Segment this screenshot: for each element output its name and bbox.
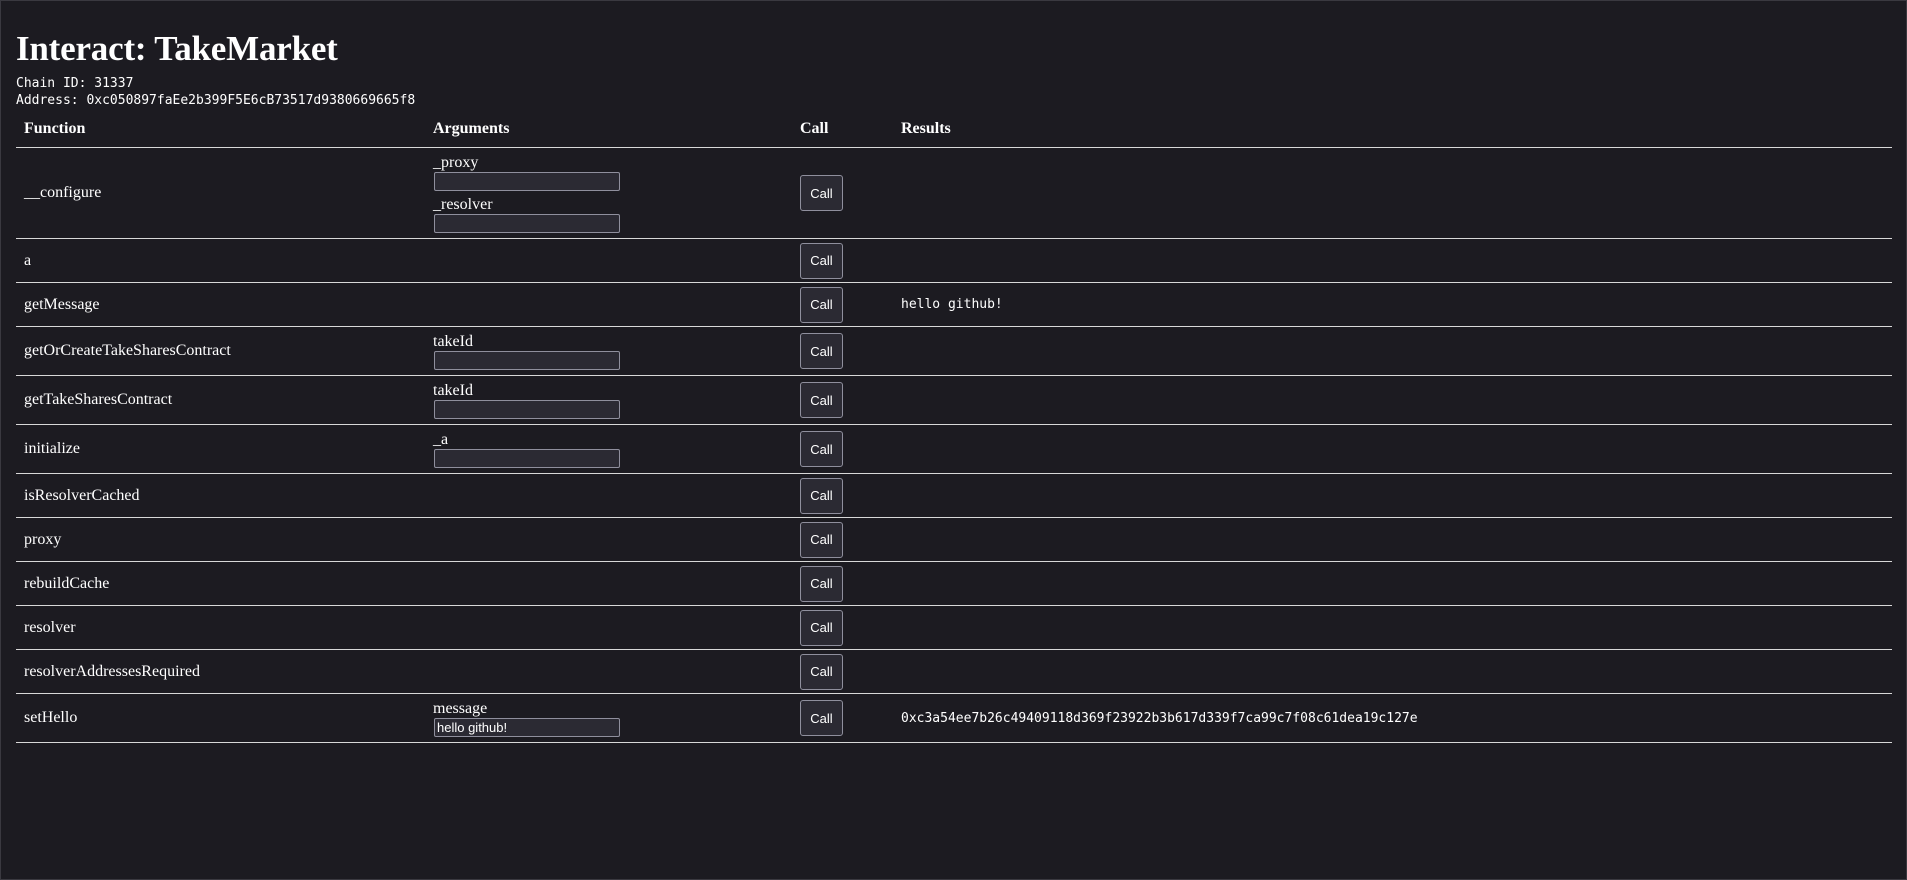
function-name: setHello [16, 693, 425, 743]
table-row: a Call [16, 238, 1892, 283]
argument-label: _proxy [433, 154, 479, 171]
call-button[interactable]: Call [800, 286, 843, 323]
call-cell: Call [792, 473, 893, 518]
function-arguments: _proxy _resolver [425, 147, 792, 239]
column-header-call: Call [792, 111, 893, 148]
table-row: getMessage Call hello github! [16, 282, 1892, 327]
argument-input[interactable] [434, 172, 620, 191]
table-row: proxy Call [16, 517, 1892, 562]
table-row: resolverAddressesRequired Call [16, 649, 1892, 694]
function-name: rebuildCache [16, 561, 425, 606]
function-name: initialize [16, 424, 425, 474]
function-arguments [425, 649, 792, 694]
table-row: initialize _a Call [16, 424, 1892, 474]
call-cell: Call [792, 693, 893, 743]
call-cell: Call [792, 605, 893, 650]
function-result [893, 517, 1892, 562]
call-cell: Call [792, 282, 893, 327]
argument-input[interactable] [434, 214, 620, 233]
function-result [893, 473, 1892, 518]
call-cell: Call [792, 561, 893, 606]
argument-label: _resolver [433, 196, 493, 213]
function-result [893, 238, 1892, 283]
call-cell: Call [792, 326, 893, 376]
page-title: Interact: TakeMarket [16, 29, 338, 68]
argument-label: _a [433, 431, 449, 448]
function-result: 0xc3a54ee7b26c49409118d369f23922b3b617d3… [893, 693, 1892, 743]
argument-label: takeId [433, 333, 473, 350]
function-arguments [425, 238, 792, 283]
argument-label: takeId [433, 382, 473, 399]
table-body: __configure _proxy _resolver Call a Call getMe… [16, 147, 1892, 743]
chain-id: Chain ID: 31337 [16, 76, 134, 91]
function-result [893, 424, 1892, 474]
function-arguments: takeId [425, 326, 792, 376]
call-button[interactable]: Call [800, 242, 843, 279]
function-arguments: takeId [425, 375, 792, 425]
call-button[interactable]: Call [800, 477, 843, 514]
argument-input[interactable] [434, 449, 620, 468]
call-cell: Call [792, 238, 893, 283]
table-row: rebuildCache Call [16, 561, 1892, 606]
page: Interact: TakeMarket Chain ID: 31337 Add… [16, 23, 1892, 743]
argument-input[interactable] [434, 351, 620, 370]
function-arguments [425, 605, 792, 650]
call-button[interactable]: Call [800, 382, 843, 418]
call-cell: Call [792, 424, 893, 474]
function-arguments [425, 473, 792, 518]
function-name: isResolverCached [16, 473, 425, 518]
functions-table: Function Arguments Call Results __config… [16, 111, 1892, 743]
function-name: resolver [16, 605, 425, 650]
function-name: getOrCreateTakeSharesContract [16, 326, 425, 376]
function-arguments: _a [425, 424, 792, 474]
column-header-results: Results [893, 111, 1892, 148]
table-row: getOrCreateTakeSharesContract takeId Call [16, 326, 1892, 376]
column-header-arguments: Arguments [425, 111, 792, 148]
call-cell: Call [792, 375, 893, 425]
function-result: hello github! [893, 282, 1892, 327]
table-row: getTakeSharesContract takeId Call [16, 375, 1892, 425]
call-cell: Call [792, 517, 893, 562]
function-name: getMessage [16, 282, 425, 327]
function-result [893, 561, 1892, 606]
function-name: resolverAddressesRequired [16, 649, 425, 694]
call-button[interactable]: Call [800, 700, 843, 736]
argument-input[interactable] [434, 718, 620, 737]
call-cell: Call [792, 147, 893, 239]
function-arguments [425, 282, 792, 327]
call-button[interactable]: Call [800, 175, 843, 211]
call-button[interactable]: Call [800, 565, 843, 602]
function-result [893, 326, 1892, 376]
function-name: getTakeSharesContract [16, 375, 425, 425]
call-button[interactable]: Call [800, 521, 843, 558]
function-result [893, 375, 1892, 425]
table-row: isResolverCached Call [16, 473, 1892, 518]
call-cell: Call [792, 649, 893, 694]
contract-address: Address: 0xc050897faEe2b399F5E6cB73517d9… [16, 93, 416, 108]
table-row: setHello message Call 0xc3a54ee7b26c4940911… [16, 693, 1892, 743]
function-result [893, 649, 1892, 694]
table-row: resolver Call [16, 605, 1892, 650]
function-result [893, 147, 1892, 239]
table-row: __configure _proxy _resolver Call [16, 147, 1892, 239]
table-header-row: Function Arguments Call Results [16, 111, 1892, 148]
call-button[interactable]: Call [800, 333, 843, 369]
function-result [893, 605, 1892, 650]
function-name: __configure [16, 147, 425, 239]
column-header-function: Function [16, 111, 425, 148]
call-button[interactable]: Call [800, 431, 843, 467]
call-button[interactable]: Call [800, 609, 843, 646]
function-arguments [425, 561, 792, 606]
argument-label: message [433, 700, 488, 717]
call-button[interactable]: Call [800, 653, 843, 690]
function-arguments [425, 517, 792, 562]
argument-input[interactable] [434, 400, 620, 419]
function-name: proxy [16, 517, 425, 562]
function-arguments: message [425, 693, 792, 743]
function-name: a [16, 238, 425, 283]
